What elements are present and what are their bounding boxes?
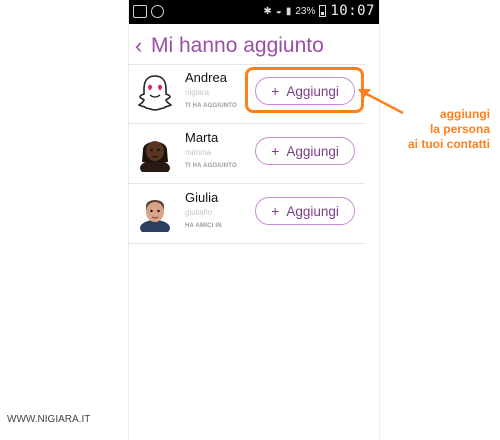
watermark: WWW.NIGIARA.IT [7, 414, 91, 425]
annotation-line: ai tuoi contatti [408, 137, 490, 151]
annotation-line: aggiungi [440, 107, 490, 121]
annotation-arrow [358, 89, 404, 115]
annotation-line: la persona [429, 122, 490, 136]
annotation-text: aggiungi la persona ai tuoi contatti [378, 107, 490, 152]
